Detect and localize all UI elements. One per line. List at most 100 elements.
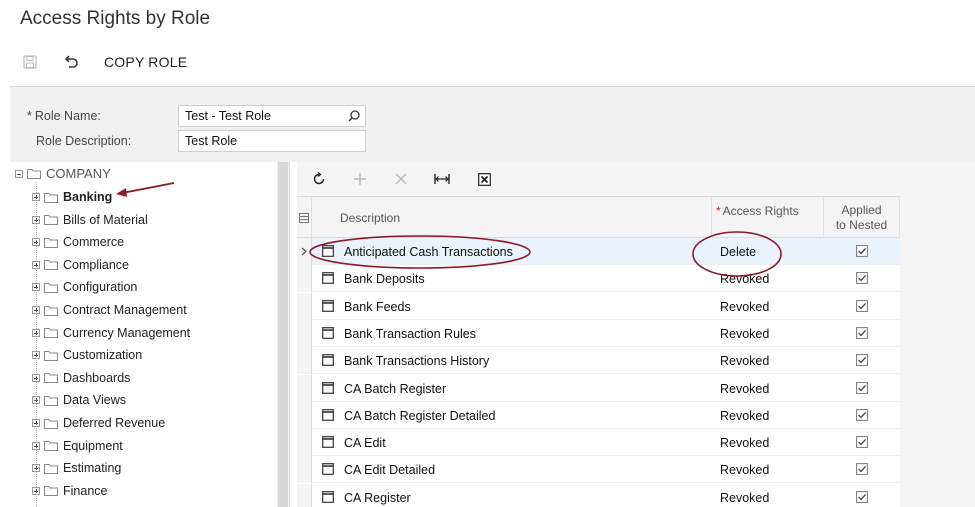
tree-item[interactable]: Customization	[32, 346, 142, 364]
tree-item[interactable]: Bills of Material	[32, 211, 148, 229]
screen-icon	[322, 354, 334, 367]
folder-icon	[44, 463, 58, 474]
tree-item[interactable]: Finance	[32, 482, 107, 500]
expand-icon[interactable]	[32, 283, 40, 292]
table-row[interactable]: Bank Deposits Revoked	[297, 265, 900, 293]
row-selector[interactable]	[297, 292, 312, 320]
expand-icon[interactable]	[32, 419, 40, 427]
row-access-rights[interactable]: Revoked	[720, 300, 769, 314]
applied-checkbox[interactable]	[856, 326, 868, 339]
applied-checkbox[interactable]	[856, 354, 868, 367]
table-row[interactable]: CA Edit Detailed Revoked	[297, 456, 900, 484]
expand-icon[interactable]	[32, 328, 40, 337]
tree-item[interactable]: Dashboards	[32, 369, 130, 387]
fit-columns-button[interactable]	[433, 170, 451, 188]
role-name-field[interactable]: Test - Test Role	[178, 105, 366, 127]
table-row[interactable]: Anticipated Cash Transactions Delete	[297, 238, 900, 265]
row-selector[interactable]	[297, 483, 312, 507]
column-settings-icon	[299, 213, 309, 223]
tree-item[interactable]: Configuration	[32, 278, 137, 296]
search-icon[interactable]	[347, 109, 361, 123]
row-description: CA Register	[344, 490, 411, 505]
applied-checkbox[interactable]	[856, 381, 868, 394]
tree-item[interactable]: Compliance	[32, 256, 129, 274]
add-row-button[interactable]	[351, 170, 369, 188]
row-selector[interactable]	[297, 401, 312, 429]
applied-checkbox[interactable]	[856, 408, 868, 421]
expand-icon[interactable]	[32, 306, 40, 314]
row-access-rights[interactable]: Revoked	[720, 463, 769, 477]
delete-row-button[interactable]	[392, 170, 410, 188]
expand-icon[interactable]	[32, 464, 40, 473]
copy-role-button[interactable]: COPY ROLE	[104, 52, 187, 72]
column-header-description[interactable]: Description	[312, 197, 712, 239]
expand-icon[interactable]	[32, 193, 40, 201]
expand-icon[interactable]	[32, 238, 40, 247]
table-row[interactable]: Bank Transaction Rules Revoked	[297, 319, 900, 347]
excel-icon	[477, 172, 491, 186]
save-button[interactable]	[21, 52, 39, 72]
table-row[interactable]: CA Batch Register Revoked	[297, 374, 900, 402]
tree-item[interactable]: Banking	[32, 188, 112, 206]
row-access-rights[interactable]: Revoked	[720, 409, 769, 423]
table-row[interactable]: CA Edit Revoked	[297, 429, 900, 457]
applied-checkbox[interactable]	[856, 463, 868, 476]
grid-header: Description * Access Rights Applied to Ne…	[297, 196, 900, 239]
applied-checkbox[interactable]	[856, 272, 868, 285]
row-access-rights[interactable]: Revoked	[720, 272, 769, 286]
row-selector[interactable]	[297, 265, 312, 293]
applied-checkbox[interactable]	[856, 490, 868, 503]
expand-icon[interactable]	[32, 215, 40, 224]
folder-icon	[44, 215, 58, 226]
applied-checkbox[interactable]	[856, 245, 868, 257]
tree-item[interactable]: Commerce	[32, 233, 124, 251]
row-access-rights[interactable]: Revoked	[720, 382, 769, 396]
plus-icon	[354, 173, 366, 185]
row-access-rights[interactable]: Revoked	[720, 327, 769, 341]
export-excel-button[interactable]	[475, 170, 493, 188]
expand-icon[interactable]	[32, 260, 40, 269]
row-selector[interactable]	[297, 456, 312, 484]
expand-icon[interactable]	[32, 396, 40, 405]
row-access-rights[interactable]: Revoked	[720, 354, 769, 368]
tree-item[interactable]: Deferred Revenue	[32, 414, 165, 432]
row-selector[interactable]	[297, 347, 312, 375]
tree-item-label: Data Views	[63, 393, 126, 408]
role-description-field[interactable]: Test Role	[178, 130, 366, 152]
row-selector[interactable]	[297, 238, 312, 265]
tree-item-label: Compliance	[63, 257, 130, 272]
column-header-access-rights[interactable]: * Access Rights	[712, 197, 824, 239]
table-row[interactable]: CA Register Revoked	[297, 483, 900, 507]
applied-checkbox[interactable]	[856, 436, 868, 448]
row-selector[interactable]	[297, 429, 312, 457]
row-description: CA Edit Detailed	[344, 463, 436, 478]
expand-icon[interactable]	[32, 351, 40, 360]
tree-root[interactable]: COMPANY	[15, 166, 111, 181]
applied-checkbox[interactable]	[856, 299, 868, 312]
table-row[interactable]: Bank Transactions History Revoked	[297, 347, 900, 375]
fit-width-icon	[434, 174, 450, 184]
applied-header-line1: Applied	[841, 203, 882, 217]
tree-item[interactable]: Currency Management	[32, 324, 190, 342]
expand-icon[interactable]	[32, 441, 40, 450]
tree-scrollbar-thumb[interactable]	[278, 162, 288, 507]
expand-icon[interactable]	[32, 486, 40, 495]
row-access-rights[interactable]: Revoked	[720, 436, 769, 450]
row-access-rights[interactable]: Revoked	[720, 491, 769, 505]
undo-button[interactable]	[62, 52, 80, 72]
refresh-button[interactable]	[310, 170, 328, 188]
tree-item[interactable]: Data Views	[32, 391, 126, 409]
row-access-rights[interactable]: Delete	[720, 245, 756, 259]
collapse-icon[interactable]	[15, 169, 23, 178]
column-header-applied-to-nested[interactable]: Applied to Nested	[824, 197, 900, 239]
main-toolbar: COPY ROLE	[0, 48, 975, 76]
tree-item[interactable]: Contract Management	[32, 301, 187, 319]
tree-item[interactable]: Estimating	[32, 459, 121, 477]
row-selector[interactable]	[297, 374, 312, 402]
column-chooser[interactable]	[297, 197, 312, 239]
table-row[interactable]: Bank Feeds Revoked	[297, 292, 900, 320]
row-selector[interactable]	[297, 319, 312, 347]
table-row[interactable]: CA Batch Register Detailed Revoked	[297, 401, 900, 429]
expand-icon[interactable]	[32, 373, 40, 382]
tree-item[interactable]: Equipment	[32, 437, 123, 455]
